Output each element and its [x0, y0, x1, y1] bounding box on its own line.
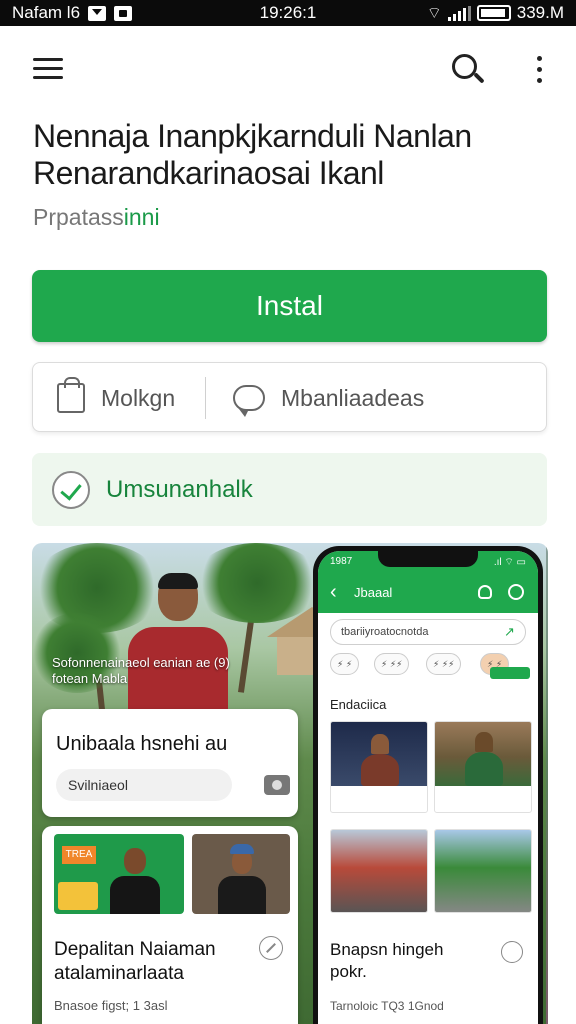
action-row: Molkgn Mbanliaadeas	[32, 362, 547, 432]
phone-chip-row: ⚡ ⚡ ⚡ ⚡⚡ ⚡ ⚡⚡ ⚡ ⚡	[330, 653, 530, 681]
chip-badge	[490, 667, 530, 679]
phone-app-bar: ‹ Jbaaal	[318, 573, 538, 613]
thumbnail-image: TREA	[54, 834, 184, 914]
shopping-bag-icon	[57, 377, 85, 413]
status-bar: Nafam l6 19:26:1 ⌔ 339.M	[0, 0, 576, 26]
person-photo	[128, 573, 228, 717]
trend-icon: ↗	[504, 624, 515, 639]
app-bar	[0, 26, 576, 116]
action-chat-button[interactable]: Mbanliaadeas	[233, 363, 424, 433]
thumbnail-image	[192, 834, 290, 914]
user-icon[interactable]	[478, 585, 492, 599]
verified-label: Umsunanhalk	[106, 475, 253, 503]
card-meta: Bnasoe figst; 1 3asl	[54, 998, 168, 1013]
chip[interactable]: ⚡ ⚡	[330, 653, 360, 675]
phone-card-title: Bnapsn hingeh pokr.	[330, 940, 444, 981]
action-shop-button[interactable]: Molkgn	[57, 363, 175, 433]
share-icon[interactable]	[259, 936, 283, 960]
phone-tile[interactable]	[330, 829, 428, 913]
phone-screen: 1987 .ıl ⌔ ▭ ‹ Jbaaal tbariiyroatocnotda…	[318, 551, 538, 1024]
preview-caption: Sofonnenainaeol eanian ae (9) fotean Mab…	[52, 655, 230, 686]
app-grid-icon	[58, 882, 98, 910]
app-developer[interactable]: Prpatassinni	[33, 204, 160, 231]
phone-status-icons: .ıl ⌔ ▭	[493, 557, 526, 568]
phone-tile[interactable]	[434, 829, 532, 913]
more-vert-icon[interactable]	[537, 56, 545, 86]
card-title: Depalitan Naiaman atalaminarlaata	[54, 939, 216, 984]
phone-time: 1987	[330, 556, 353, 567]
next-screenshot-edge	[546, 543, 548, 1024]
verified-banner[interactable]: Umsunanhalk	[32, 453, 547, 526]
phone-mockup: 1987 .ıl ⌔ ▭ ‹ Jbaaal tbariiyroatocnotda…	[313, 546, 543, 1024]
chip[interactable]: ⚡ ⚡⚡	[374, 653, 410, 675]
phone-tile[interactable]	[330, 721, 428, 813]
app-title: Nennaja Inanpkjkarnduli Nanlan Renarandk…	[33, 118, 472, 191]
app-screenshot-preview[interactable]: Sofonnenainaeol eanian ae (9) fotean Mab…	[32, 543, 548, 1024]
developer-prefix: Prpatass	[33, 204, 124, 230]
thumbnail-tag: TREA	[62, 846, 96, 864]
card-input[interactable]: Svilniaeol	[56, 769, 232, 801]
chat-bubble-icon	[233, 385, 265, 417]
phone-card-meta: Tarnoloic TQ3 1Gnod	[330, 999, 444, 1013]
action-chat-label: Mbanliaadeas	[281, 384, 425, 411]
phone-search-input[interactable]: tbariiyroatocnotda	[330, 619, 526, 645]
wifi-icon: ⌔	[426, 5, 442, 22]
install-button[interactable]: Instal	[32, 270, 547, 342]
search-icon[interactable]	[452, 54, 486, 88]
phone-title: Jbaaal	[354, 585, 393, 600]
battery-icon	[476, 5, 511, 21]
camera-icon[interactable]	[264, 775, 290, 795]
chip[interactable]: ⚡ ⚡⚡	[426, 653, 462, 675]
globe-icon[interactable]	[508, 584, 524, 600]
phone-notch	[378, 551, 478, 567]
check-circle-icon	[52, 470, 90, 509]
preview-card[interactable]: Unibaala hsnehi au Svilniaeol	[42, 709, 298, 817]
divider	[205, 377, 206, 419]
developer-accent: inni	[123, 204, 160, 230]
phone-tile[interactable]	[434, 721, 532, 813]
preview-card[interactable]: TREA Depalitan Naiaman atalaminarlaata B…	[42, 826, 298, 1024]
battery-label: 339.M	[516, 3, 564, 22]
phone-section-title: Endaciica	[330, 697, 387, 712]
signal-icon	[447, 5, 471, 21]
back-icon[interactable]: ‹	[330, 581, 337, 604]
card-title: Unibaala hsnehi au	[56, 733, 228, 755]
menu-icon[interactable]	[33, 58, 63, 80]
action-shop-label: Molkgn	[101, 384, 176, 411]
phone-share-icon[interactable]	[501, 941, 523, 963]
